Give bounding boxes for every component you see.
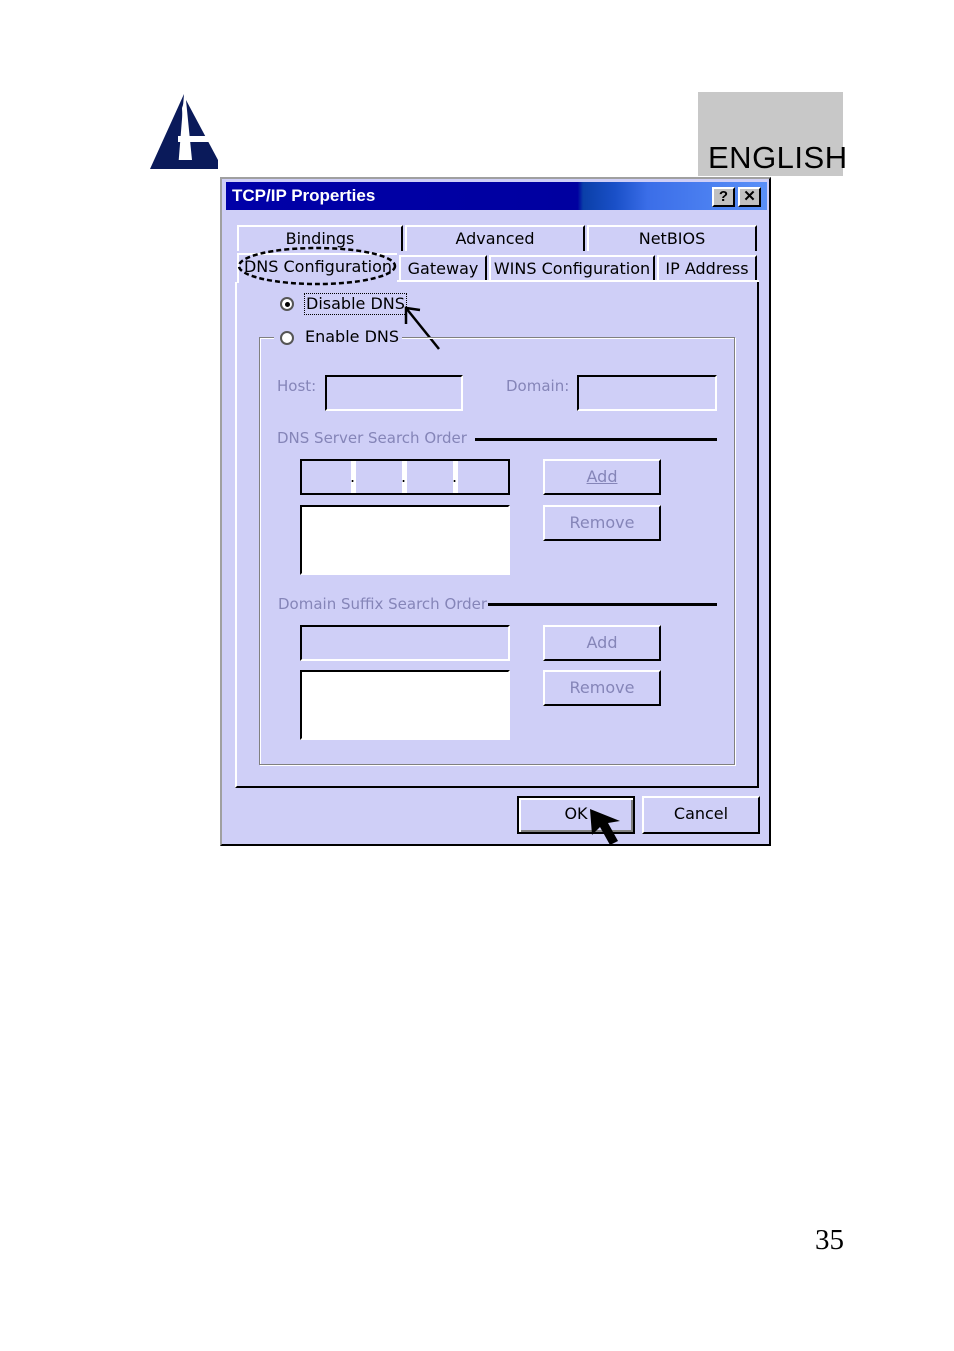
dns-server-separator [475, 438, 717, 441]
ip-dot-2: . [401, 467, 407, 486]
domain-suffix-input[interactable] [300, 625, 510, 661]
enable-dns-label[interactable]: Enable DNS [305, 327, 399, 347]
dns-server-list[interactable] [300, 505, 510, 575]
remove-button-label: Remove [569, 513, 635, 532]
add-button-label-2: Add [586, 633, 618, 652]
page-number: 35 [815, 1224, 844, 1256]
remove-button-label-2: Remove [569, 678, 635, 697]
cancel-button-label: Cancel [673, 804, 729, 823]
add-dns-server-button[interactable]: Add [543, 459, 661, 495]
disable-dns-label[interactable]: Disable DNS [304, 293, 407, 315]
tab-wins-configuration[interactable]: WINS Configuration [489, 255, 655, 281]
tab-netbios[interactable]: NetBIOS [587, 225, 757, 251]
remove-domain-suffix-button[interactable]: Remove [543, 670, 661, 706]
enable-dns-radio[interactable] [280, 331, 294, 345]
add-button-label: Add [586, 467, 618, 486]
atlantis-logo-icon [150, 94, 218, 169]
remove-dns-server-button[interactable]: Remove [543, 505, 661, 541]
host-input[interactable] [325, 375, 463, 411]
domain-suffix-search-order-label: Domain Suffix Search Order [278, 595, 488, 613]
tcpip-properties-dialog: TCP/IP Properties ? ✕ Bindings Advanced … [220, 177, 771, 846]
close-button[interactable]: ✕ [738, 187, 761, 207]
tab-ip-address[interactable]: IP Address [657, 255, 757, 281]
help-button[interactable]: ? [712, 187, 735, 207]
host-label: Host: [277, 377, 317, 395]
tab-gateway[interactable]: Gateway [399, 255, 487, 281]
dns-server-ip-input[interactable]: . . . [300, 459, 510, 495]
title-bar: TCP/IP Properties ? ✕ [226, 182, 767, 210]
ip-dot-1: . [350, 467, 356, 486]
domain-label: Domain: [506, 377, 570, 395]
highlight-ellipse-icon [237, 246, 397, 286]
domain-suffix-list[interactable] [300, 670, 510, 740]
dns-server-search-order-label: DNS Server Search Order [277, 429, 467, 447]
cursor-arrow-icon [590, 809, 620, 845]
ip-dot-3: . [452, 467, 458, 486]
tab-advanced[interactable]: Advanced [405, 225, 585, 251]
cancel-button[interactable]: Cancel [642, 796, 760, 834]
domain-suffix-separator [488, 603, 717, 606]
domain-input[interactable] [577, 375, 717, 411]
language-label: ENGLISH [708, 140, 848, 175]
dialog-title: TCP/IP Properties [232, 186, 376, 205]
disable-dns-radio[interactable] [280, 297, 294, 311]
add-domain-suffix-button[interactable]: Add [543, 625, 661, 661]
